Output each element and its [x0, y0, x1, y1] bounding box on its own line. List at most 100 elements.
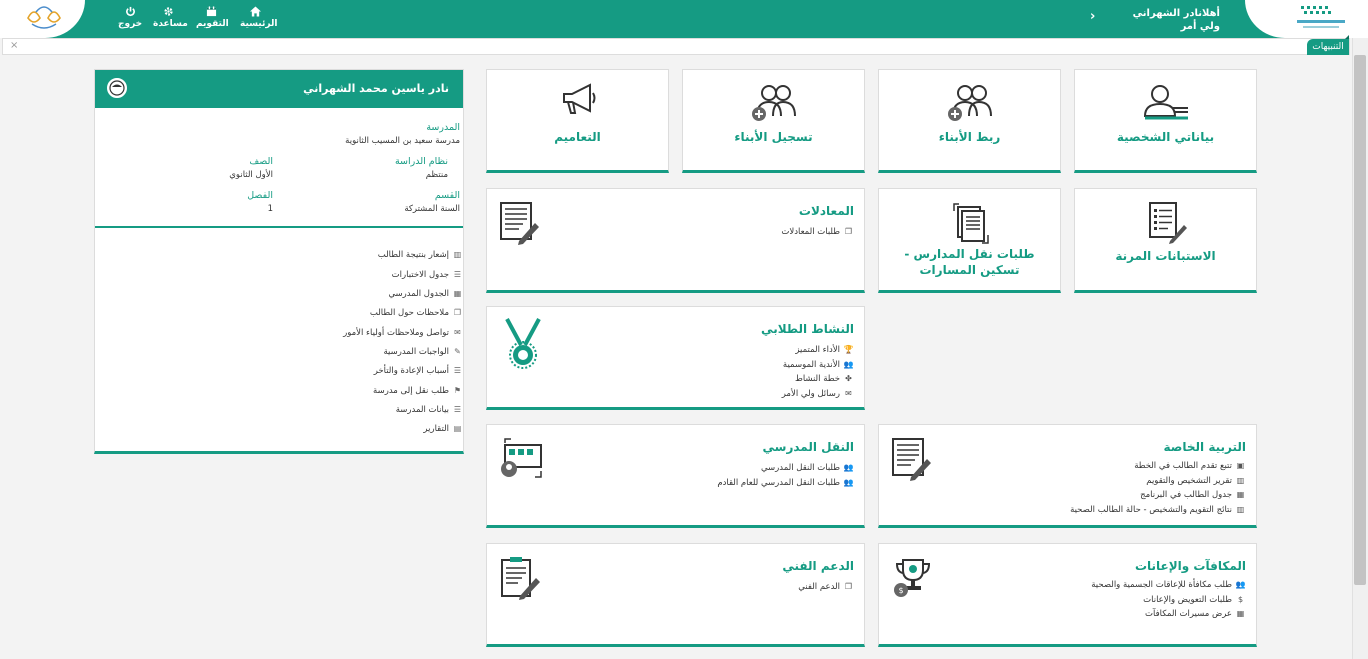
list-item[interactable]: ▥نتائج التقويم والتشخيص - حالة الطالب ال…: [1070, 503, 1246, 518]
file-icon: ▤: [453, 424, 462, 433]
edit-icon: ✎: [454, 347, 461, 356]
home-button[interactable]: الرئيسية: [240, 6, 277, 30]
dollar-icon: $: [1237, 594, 1244, 604]
home-icon: [249, 6, 261, 17]
student-link[interactable]: ▤التقارير: [423, 424, 463, 434]
ministry-logo: [1245, 0, 1368, 38]
list-icon: ☰: [453, 366, 462, 375]
tile-transport-title: النقل المدرسي: [762, 440, 855, 454]
list-item[interactable]: 👥طلبات النقل المدرسي: [717, 461, 854, 476]
checklist-icon: [1148, 202, 1187, 244]
student-link[interactable]: ☰بيانات المدرسة: [396, 405, 463, 415]
tile-personal-title: بياناتي الشخصية: [1116, 130, 1215, 144]
list-item[interactable]: 👥طلبات النقل المدرسي للعام القادم: [717, 476, 854, 491]
school-bus-icon: [501, 438, 542, 478]
users-icon: 👥: [843, 477, 854, 487]
tile-personal-data[interactable]: بياناتي الشخصية: [1074, 69, 1257, 173]
envelope-open-icon: ✉: [454, 328, 461, 337]
help-label: مساعدة: [153, 19, 188, 29]
list-item[interactable]: 👥الأندية الموسمية: [782, 358, 854, 373]
class-info: الفصل 1: [247, 190, 273, 214]
tile-school-transfer[interactable]: طلبات نقل المدارس - تسكين المسارات: [878, 188, 1061, 293]
student-link[interactable]: ❐ملاحظات حول الطالب: [370, 308, 463, 318]
tile-register-children-title: تسجيل الأبناء: [734, 130, 813, 144]
tile-link-children[interactable]: ربط الأبناء: [878, 69, 1061, 173]
bar-chart-icon: ▥: [453, 250, 462, 259]
class-label: الفصل: [247, 190, 273, 201]
student-link[interactable]: ✉تواصل وملاحظات أولياء الأمور: [343, 328, 463, 338]
dept-value: السنة المشتركة: [404, 204, 460, 214]
student-panel-header: نادر ياسين محمد الشهراني: [95, 70, 463, 108]
calculator-icon: ▦: [1236, 609, 1245, 618]
envelope-icon: ✉: [845, 388, 852, 398]
student-link[interactable]: ▦الجدول المدرسي: [388, 289, 463, 299]
user-info[interactable]: أهلانادر الشهراني ولي أمر: [1133, 8, 1220, 33]
tile-circulars-title: التعاميم: [554, 130, 601, 144]
list-item[interactable]: ▣تتبع تقدم الطالب في الخطة: [1070, 459, 1246, 474]
student-link[interactable]: ☰جدول الاختبارات: [392, 270, 463, 280]
list-item[interactable]: 👥طلب مكافأة للإعاقات الجسمية والصحية: [1091, 578, 1246, 593]
help-button[interactable]: مساعدة: [153, 6, 188, 30]
study-system-info: نظام الدراسة منتظم: [395, 156, 448, 180]
tile-activity-title: النشاط الطلابي: [761, 322, 854, 336]
tile-special-education[interactable]: التربية الخاصة ▣تتبع تقدم الطالب في الخط…: [878, 424, 1257, 528]
register-children-icon: [751, 85, 796, 121]
scrollbar-thumb[interactable]: [1354, 55, 1366, 585]
student-link[interactable]: ☰أسباب الإعادة والتأخر: [374, 366, 463, 376]
documents-transfer-icon: [952, 203, 989, 244]
tile-rewards-title: المكافآت والإعانات: [1134, 559, 1246, 573]
tile-school-transport[interactable]: النقل المدرسي 👥طلبات النقل المدرسي 👥طلبا…: [486, 424, 865, 528]
list-item[interactable]: ✉رسائل ولي الأمر: [782, 387, 854, 402]
list-item[interactable]: $طلبات التعويض والإعانات: [1091, 593, 1246, 608]
list-item[interactable]: ▥تقرير التشخيص والتقويم: [1070, 474, 1246, 489]
puzzle-icon: ✤: [845, 374, 852, 383]
grade-info: الصف الأول الثانوي: [229, 156, 273, 180]
student-link[interactable]: ⚑طلب نقل إلى مدرسة: [373, 386, 463, 396]
list-icon: ☰: [453, 405, 462, 414]
grade-label: الصف: [249, 156, 273, 167]
document-edit-icon: [892, 438, 931, 481]
tile-equivalency[interactable]: المعادلات ❐طلبات المعادلات: [486, 188, 865, 293]
list-item[interactable]: ▦عرض مسيرات المكافآت: [1091, 607, 1246, 622]
list-item[interactable]: ❐الدعم الفني: [798, 580, 854, 595]
student-panel: نادر ياسين محمد الشهراني المدرسة مدرسة س…: [94, 69, 464, 454]
tile-equivalency-title: المعادلات: [798, 204, 854, 218]
calendar-button[interactable]: التقويم: [196, 6, 229, 30]
trophy-icon: 🏆: [843, 345, 854, 354]
tile-tech-support[interactable]: الدعم الفني ❐الدعم الفني: [486, 543, 865, 647]
gear-icon: [163, 7, 173, 16]
student-link[interactable]: ✎الواجبات المدرسية: [384, 347, 464, 357]
svg-text:$: $: [898, 586, 903, 595]
calendar-check-icon: ▣: [1236, 461, 1245, 470]
chevron-right-icon[interactable]: ›: [1090, 9, 1095, 24]
clipboard-edit-icon: [501, 557, 540, 600]
department-info: القسم السنة المشتركة: [404, 190, 460, 214]
tile-transfer-title: طلبات نقل المدارس - تسكين المسارات: [904, 247, 1035, 277]
logout-button[interactable]: خروج: [118, 6, 142, 30]
document-edit-icon: [500, 202, 539, 245]
power-icon: [125, 6, 135, 17]
bar-chart-icon: ▥: [1236, 475, 1245, 485]
close-icon[interactable]: ×: [10, 40, 18, 51]
flag-icon: ⚑: [453, 386, 462, 395]
tile-rewards[interactable]: $ المكافآت والإعانات 👥طلب مكافأة للإعاقا…: [878, 543, 1257, 647]
tile-register-children[interactable]: تسجيل الأبناء: [682, 69, 865, 173]
calendar-icon: ▦: [453, 289, 462, 298]
avatar: [107, 78, 127, 98]
student-link[interactable]: ▥إشعار بنتيجة الطالب: [378, 250, 463, 260]
system-value: منتظم: [425, 170, 448, 180]
list-item[interactable]: ✤خطة النشاط: [782, 372, 854, 387]
medal-icon: [505, 318, 541, 369]
copy-icon: ❐: [844, 582, 853, 591]
list-item[interactable]: ❐طلبات المعادلات: [781, 225, 854, 240]
list-item[interactable]: 🏆الأداء المتميز: [782, 343, 854, 358]
tile-student-activity[interactable]: النشاط الطلابي 🏆الأداء المتميز 👥الأندية …: [486, 306, 865, 410]
dept-label: القسم: [434, 190, 460, 201]
alerts-tag[interactable]: التنبيهات: [1307, 35, 1349, 55]
list-item[interactable]: ▦جدول الطالب في البرنامج: [1070, 488, 1246, 503]
alerts-bar: × التنبيهات: [2, 35, 1350, 55]
tile-surveys[interactable]: الاستبانات المرنة: [1074, 188, 1257, 293]
tile-circulars[interactable]: التعاميم: [486, 69, 669, 173]
calendar-icon: ▦: [1236, 490, 1245, 499]
tile-support-title: الدعم الفني: [782, 559, 854, 573]
